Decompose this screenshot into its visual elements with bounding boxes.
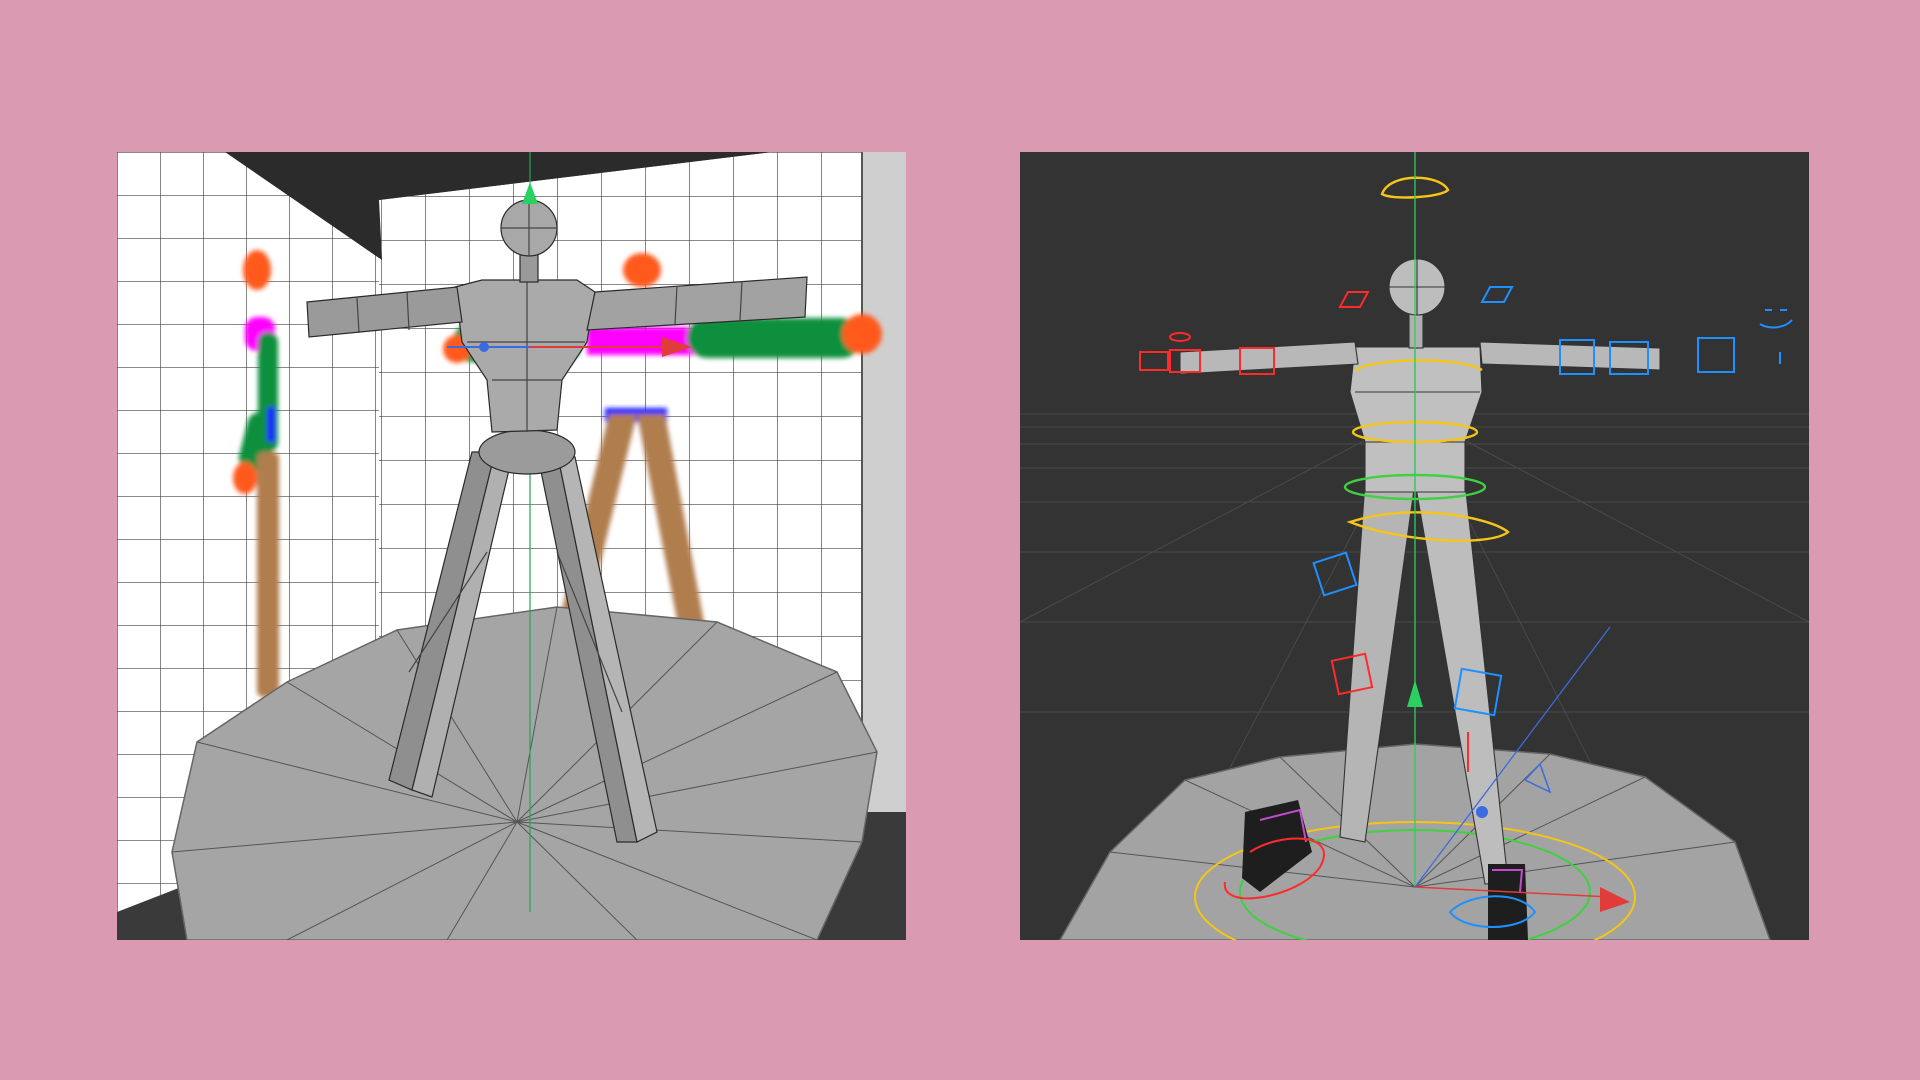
z-handle <box>1476 806 1488 818</box>
viewport-canvas[interactable] <box>117 152 906 940</box>
sketch-hip <box>267 407 275 442</box>
mesh-torso <box>1349 346 1483 493</box>
mesh-pelvis <box>478 429 576 475</box>
viewport-reference-setup[interactable] <box>117 152 906 940</box>
z-handle <box>479 342 489 352</box>
sketch-head <box>243 250 271 290</box>
viewport-canvas[interactable] <box>1020 152 1809 940</box>
sketch-leg <box>257 452 279 697</box>
sketch-head <box>623 253 661 287</box>
viewport-rigged-character[interactable] <box>1020 152 1809 940</box>
sketch-arm <box>687 318 862 358</box>
